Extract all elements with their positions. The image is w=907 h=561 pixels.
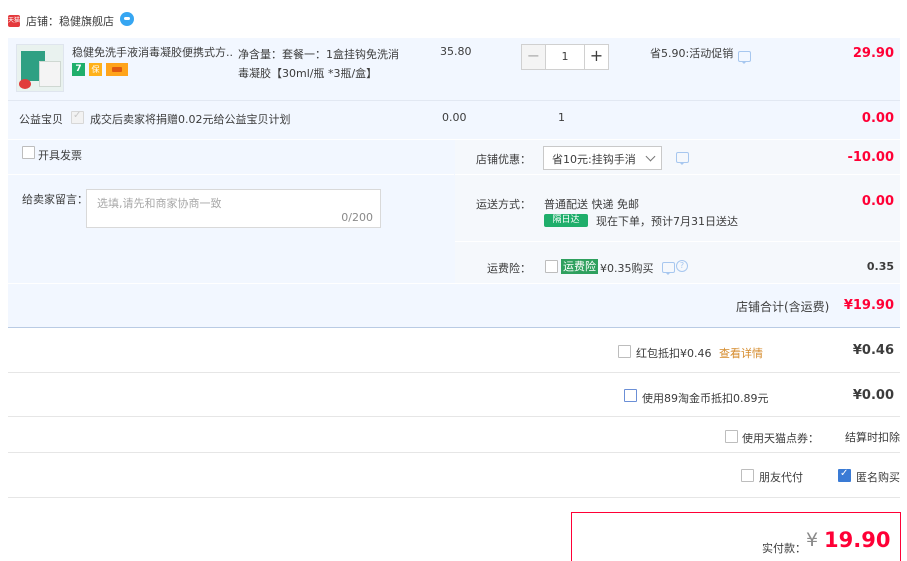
divider: [8, 283, 900, 284]
redpacket-checkbox[interactable]: [618, 345, 631, 358]
redpacket-label: 红包抵扣¥0.46: [636, 347, 712, 360]
insurance-info-icon[interactable]: [662, 262, 675, 275]
spec-line: 毒凝胶【30ml/瓶 *3瓶/盒】: [238, 67, 378, 80]
divider: [8, 100, 900, 101]
invoice-label[interactable]: 开具发票: [38, 147, 82, 163]
divider: [8, 497, 900, 498]
divider: [8, 174, 454, 175]
taojinbi-amount: ¥0.00: [852, 388, 894, 403]
shipping-eta: 现在下单，预计7月31日送达: [596, 215, 738, 228]
divider: [8, 452, 900, 453]
coupon-label: 店铺优惠：: [476, 153, 531, 166]
divider: [8, 372, 900, 373]
next-day-badge: 隔日达: [544, 214, 588, 227]
chevron-down-icon: [645, 151, 656, 162]
help-icon[interactable]: ?: [676, 260, 688, 272]
promo-info-icon[interactable]: [738, 51, 751, 64]
quantity-stepper[interactable]: − 1 +: [521, 44, 609, 70]
payment-label: 实付款：: [762, 542, 806, 555]
divider: [8, 416, 900, 417]
taojinbi-label: 使用89淘金币抵扣0.89元: [642, 392, 769, 405]
payment-amount: 19.90: [824, 528, 891, 552]
payment-currency: ¥: [806, 529, 819, 551]
credit-card-icon: [106, 63, 128, 76]
divider: [455, 241, 900, 242]
message-placeholder: 选填,请先和商家协商一致: [97, 197, 222, 210]
product-spec: 净含量：套餐一：1盒挂钩免洗消 毒凝胶【30ml/瓶 *3瓶/盒】: [238, 45, 408, 83]
friend-pay-checkbox[interactable]: [741, 469, 754, 482]
redpacket-amount: ¥0.46: [852, 343, 894, 358]
insurance-text: ¥0.35购买: [600, 262, 654, 275]
tmall-points-checkbox[interactable]: [725, 430, 738, 443]
spec-line: 净含量：套餐一：1盒挂钩免洗消: [238, 48, 399, 61]
unit-price: 35.80: [440, 45, 472, 58]
message-label: 给卖家留言：: [22, 193, 88, 206]
tmall-points-label: 使用天猫点券：: [742, 432, 819, 445]
guarantee-icon: 保: [89, 63, 102, 76]
coupon-select[interactable]: 省10元:挂钩手消: [543, 146, 662, 170]
insurance-amount: 0.35: [866, 260, 894, 273]
charity-label: 公益宝贝: [19, 113, 63, 126]
seven-day-return-icon: 7: [72, 63, 85, 76]
shipping-amount: 0.00: [861, 194, 894, 209]
coupon-info-icon[interactable]: [676, 152, 689, 165]
shipping-label: 运送方式：: [476, 198, 531, 211]
shop-total-label: 店铺合计(含运费): [736, 300, 830, 314]
insurance-badge: 运费险: [561, 259, 598, 274]
insurance-checkbox[interactable]: [545, 260, 558, 273]
shop-name[interactable]: 店铺：稳健旗舰店: [26, 13, 114, 29]
decrease-button[interactable]: −: [522, 45, 546, 69]
divider: [8, 139, 900, 140]
charity-total: 0.00: [861, 111, 894, 126]
shipping-method: 普通配送 快递 免邮: [544, 198, 639, 211]
anonymous-label[interactable]: 匿名购买: [856, 469, 900, 485]
charity-qty: 1: [558, 111, 565, 124]
coupon-amount: -10.00: [847, 150, 894, 165]
charity-price: 0.00: [442, 111, 467, 124]
divider: [455, 174, 900, 175]
quantity-input[interactable]: 1: [546, 45, 584, 69]
wangwang-chat-icon[interactable]: [120, 12, 134, 26]
divider: [8, 327, 900, 328]
charity-checkbox: [71, 110, 84, 124]
insurance-label: 运费险：: [487, 262, 531, 275]
promo-text: 省5.90:活动促销: [650, 47, 734, 60]
item-subtotal: 29.90: [852, 46, 894, 61]
message-textarea[interactable]: 选填,请先和商家协商一致 0/200: [86, 189, 381, 228]
friend-pay-label[interactable]: 朋友代付: [759, 469, 803, 485]
redpacket-details-link[interactable]: 查看详情: [719, 345, 763, 361]
tmall-points-value: 结算时扣除: [845, 431, 900, 444]
taojinbi-checkbox[interactable]: [624, 389, 637, 402]
increase-button[interactable]: +: [584, 45, 608, 69]
invoice-checkbox[interactable]: [22, 146, 35, 159]
coupon-selected: 省10元:挂钩手消: [552, 153, 636, 166]
product-thumbnail[interactable]: [16, 44, 64, 92]
tmall-icon: 天猫: [8, 15, 20, 27]
shop-total-amount: ¥19.90: [843, 298, 894, 313]
product-title[interactable]: 稳健免洗手液消毒凝胶便携式方...: [72, 45, 232, 61]
charity-text: 成交后卖家将捐赠0.02元给公益宝贝计划: [90, 113, 291, 126]
anonymous-checkbox[interactable]: [838, 468, 851, 482]
message-counter: 0/200: [341, 211, 373, 224]
